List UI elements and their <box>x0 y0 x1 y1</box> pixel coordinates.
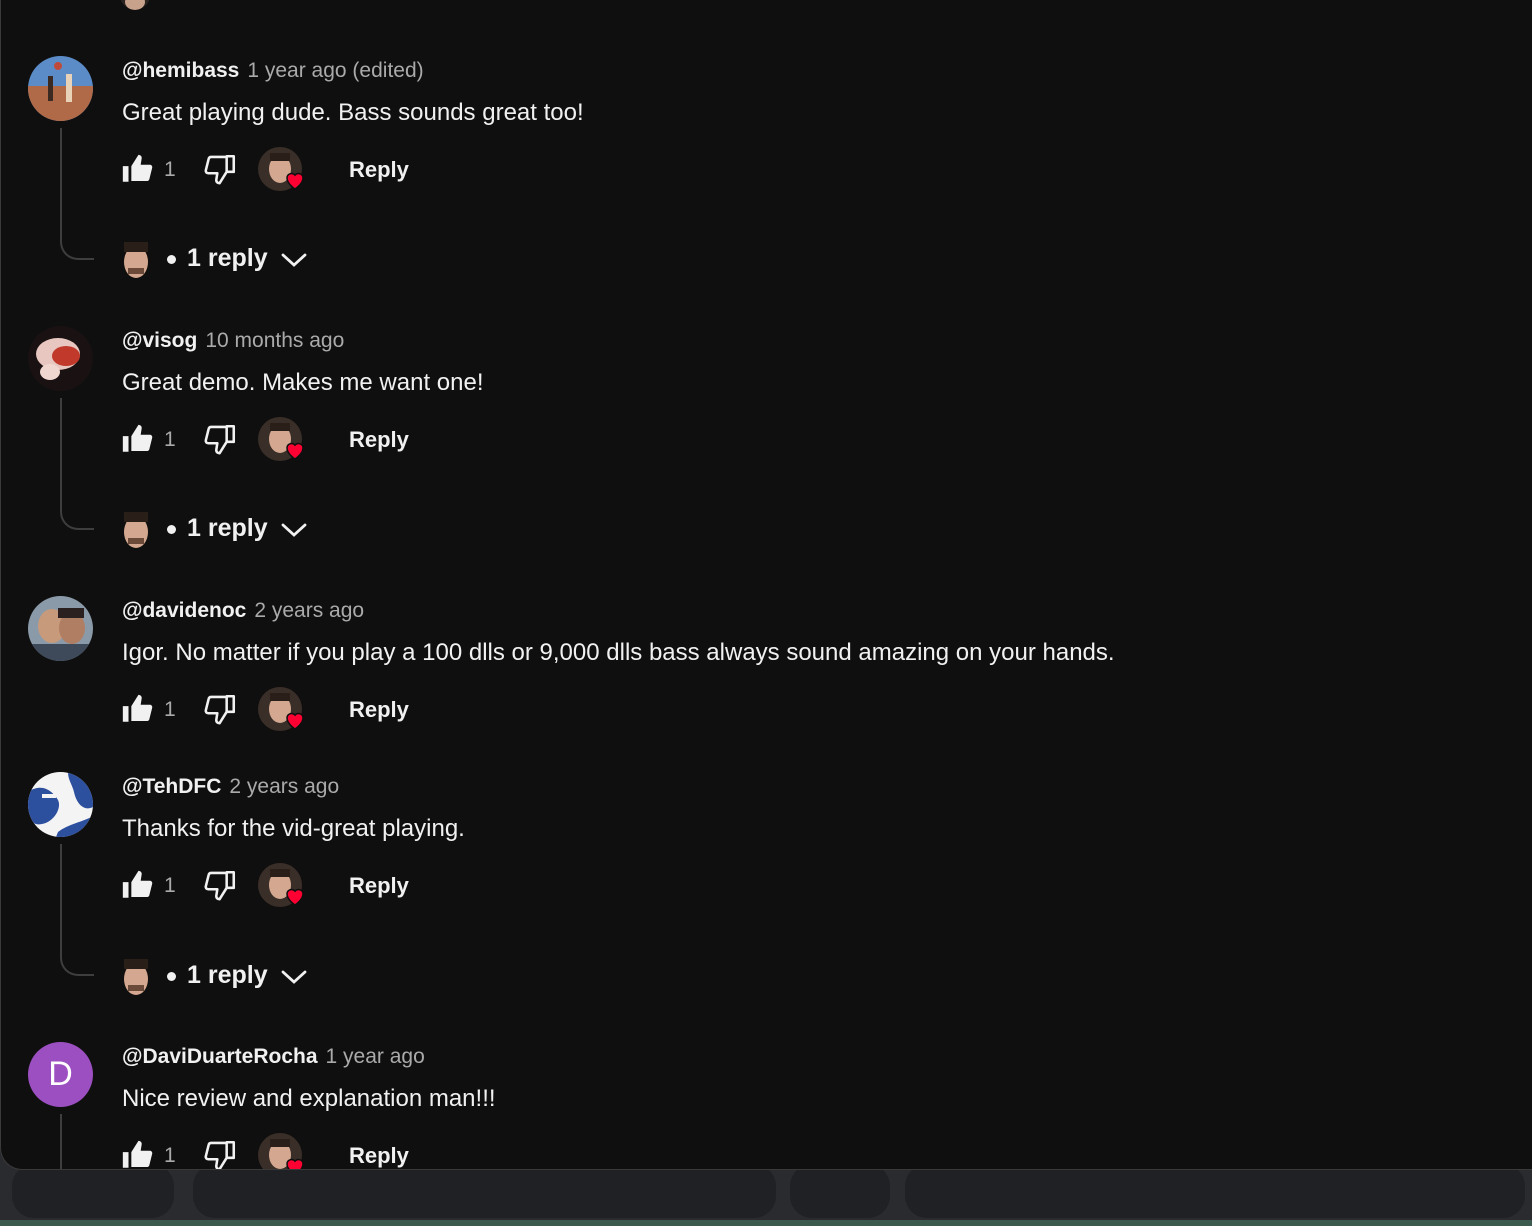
thumbs-down-icon[interactable] <box>204 1138 238 1170</box>
like-count: 1 <box>164 158 176 181</box>
thumbs-up-icon[interactable] <box>120 692 154 726</box>
avatar-letter: D <box>48 1055 73 1093</box>
thread-connector <box>60 398 94 530</box>
comment-text: Igor. No matter if you play a 100 dlls o… <box>122 639 1115 666</box>
avatar[interactable]: D <box>28 1042 93 1107</box>
like-count: 1 <box>164 1144 176 1167</box>
avatar[interactable] <box>28 56 93 121</box>
desktop-wallpaper-edge <box>0 1220 1532 1226</box>
comment-header: @TehDFC 2 years ago <box>122 775 339 799</box>
comment-actions: 1 Reply <box>120 687 720 734</box>
comment-actions: 1 Reply <box>120 1133 720 1170</box>
reply-button[interactable]: Reply <box>349 1143 409 1169</box>
separator-dot <box>167 972 176 981</box>
like-count: 1 <box>164 428 176 451</box>
comment-timestamp[interactable]: 1 year ago <box>326 1045 425 1068</box>
thread-connector <box>60 844 94 976</box>
comment-header: @DaviDuarteRocha 1 year ago <box>122 1045 425 1069</box>
creator-heart-badge <box>258 417 304 463</box>
separator-dot <box>167 525 176 534</box>
thumbs-up-icon[interactable] <box>120 152 154 186</box>
thumbs-down-icon[interactable] <box>204 692 238 726</box>
comment-author[interactable]: @hemibass <box>122 59 239 82</box>
comment-author[interactable]: @TehDFC <box>122 775 221 798</box>
heart-icon <box>286 712 304 730</box>
separator-dot <box>167 255 176 264</box>
avatar[interactable] <box>28 596 93 661</box>
comment-actions: 1 Reply <box>120 417 720 464</box>
comment-actions: 1 Reply <box>120 147 720 194</box>
comment-text: Great demo. Makes me want one! <box>122 369 484 396</box>
comment-timestamp[interactable]: 10 months ago <box>205 329 344 352</box>
chevron-down-icon[interactable] <box>281 249 307 271</box>
comment-header: @hemibass 1 year ago (edited) <box>122 59 424 83</box>
dock-group <box>193 1164 776 1218</box>
thread-connector <box>60 1114 94 1169</box>
thumbs-up-icon[interactable] <box>120 868 154 902</box>
view-replies-button[interactable]: 1 reply <box>116 238 336 282</box>
comment-author[interactable]: @visog <box>122 329 197 352</box>
dock-group <box>790 1164 890 1218</box>
avatar[interactable] <box>28 772 93 837</box>
reply-button[interactable]: Reply <box>349 873 409 899</box>
thumbs-down-icon[interactable] <box>204 868 238 902</box>
cropped-reply-avatar <box>119 0 151 10</box>
replies-count-label[interactable]: 1 reply <box>187 961 268 990</box>
comment-text: Great playing dude. Bass sounds great to… <box>122 99 584 126</box>
reply-author-avatar <box>116 508 156 552</box>
comment-timestamp[interactable]: 2 years ago <box>254 599 364 622</box>
creator-heart-badge <box>258 1133 304 1169</box>
creator-heart-badge <box>258 863 304 909</box>
comment-header: @visog 10 months ago <box>122 329 344 353</box>
comment-author[interactable]: @DaviDuarteRocha <box>122 1045 318 1068</box>
creator-heart-badge <box>258 687 304 733</box>
comment-timestamp[interactable]: 1 year ago (edited) <box>247 59 423 82</box>
reply-button[interactable]: Reply <box>349 157 409 183</box>
view-replies-button[interactable]: 1 reply <box>116 955 336 999</box>
reply-author-avatar <box>116 238 156 282</box>
thumbs-up-icon[interactable] <box>120 422 154 456</box>
thumbs-down-icon[interactable] <box>204 152 238 186</box>
dock-group <box>12 1164 174 1218</box>
heart-icon <box>286 442 304 460</box>
thumbs-up-icon[interactable] <box>120 1138 154 1170</box>
chevron-down-icon[interactable] <box>281 519 307 541</box>
like-count: 1 <box>164 874 176 897</box>
comment-text: Nice review and explanation man!!! <box>122 1085 496 1112</box>
reply-button[interactable]: Reply <box>349 427 409 453</box>
comment-author[interactable]: @davidenoc <box>122 599 246 622</box>
creator-heart-badge <box>258 147 304 193</box>
dock-group <box>905 1164 1525 1218</box>
heart-icon <box>286 1158 304 1169</box>
replies-count-label[interactable]: 1 reply <box>187 244 268 273</box>
comment-timestamp[interactable]: 2 years ago <box>229 775 339 798</box>
reply-button[interactable]: Reply <box>349 697 409 723</box>
avatar[interactable] <box>28 326 93 391</box>
thumbs-down-icon[interactable] <box>204 422 238 456</box>
replies-count-label[interactable]: 1 reply <box>187 514 268 543</box>
chevron-down-icon[interactable] <box>281 966 307 988</box>
thread-connector <box>60 128 94 260</box>
view-replies-button[interactable]: 1 reply <box>116 508 336 552</box>
like-count: 1 <box>164 698 176 721</box>
heart-icon <box>286 888 304 906</box>
reply-author-avatar <box>116 955 156 999</box>
comment-header: @davidenoc 2 years ago <box>122 599 364 623</box>
comment-actions: 1 Reply <box>120 863 720 910</box>
comments-window: @hemibass 1 year ago (edited) Great playi… <box>0 0 1532 1170</box>
heart-icon <box>286 172 304 190</box>
comment-text: Thanks for the vid-great playing. <box>122 815 465 842</box>
